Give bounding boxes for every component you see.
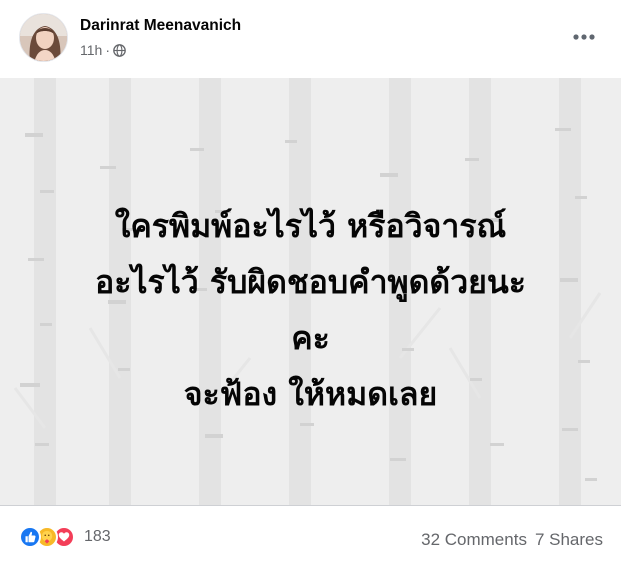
status-line: ใครพิมพ์อะไรไว้ หรือวิจารณ์ bbox=[114, 207, 507, 245]
post-footer: 183 32 Comments 7 Shares bbox=[0, 505, 621, 565]
more-options-icon[interactable] bbox=[569, 24, 599, 50]
avatar[interactable] bbox=[19, 13, 68, 62]
engagement-counts: 32 Comments 7 Shares bbox=[421, 530, 603, 550]
shares-count-link[interactable]: 7 Shares bbox=[535, 530, 603, 550]
status-line: คะ bbox=[291, 319, 330, 357]
status-line: จะฟ้อง ให้หมดเลย bbox=[183, 375, 438, 413]
author-name[interactable]: Darinrat Meenavanich bbox=[80, 17, 241, 35]
post-time[interactable]: 11h bbox=[80, 42, 102, 58]
post-header: Darinrat Meenavanich 11h · bbox=[0, 0, 621, 78]
reaction-count: 183 bbox=[84, 528, 111, 545]
status-background: ใครพิมพ์อะไรไว้ หรือวิจารณ์ อะไรไว้ รับผ… bbox=[0, 78, 621, 505]
facebook-post: Darinrat Meenavanich 11h · ใครพิมพ์อะไรไ… bbox=[0, 0, 621, 565]
post-meta: 11h · bbox=[80, 42, 126, 58]
status-line: อะไรไว้ รับผิดชอบคำพูดด้วยนะ bbox=[95, 263, 526, 301]
meta-separator: · bbox=[105, 42, 110, 58]
reactions-summary[interactable]: 183 bbox=[19, 526, 111, 548]
like-icon bbox=[19, 526, 41, 548]
status-text: ใครพิมพ์อะไรไว้ หรือวิจารณ์ อะไรไว้ รับผ… bbox=[0, 198, 621, 422]
globe-icon bbox=[113, 43, 126, 57]
comments-count-link[interactable]: 32 Comments bbox=[421, 530, 527, 550]
